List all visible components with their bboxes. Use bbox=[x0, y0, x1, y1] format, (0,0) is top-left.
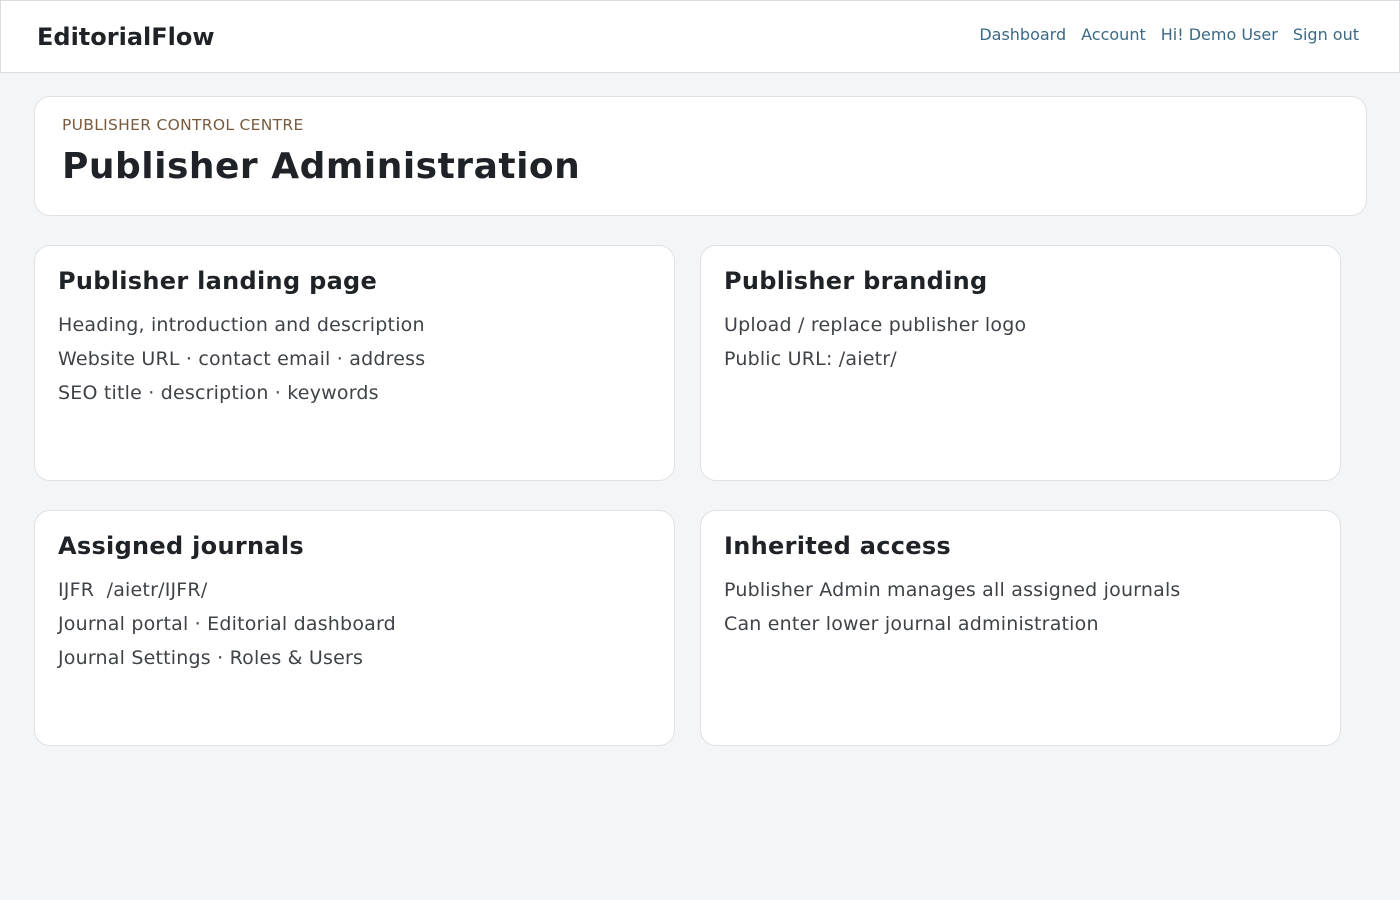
brand-logo-text[interactable]: EditorialFlow bbox=[37, 23, 215, 51]
card-detail-line: Public URL: /aietr/ bbox=[724, 348, 897, 370]
card-detail-line: Journal Settings · Roles & Users bbox=[58, 647, 364, 669]
card-details: Heading, introduction and description We… bbox=[58, 308, 425, 410]
page-eyebrow: PUBLISHER CONTROL CENTRE bbox=[62, 116, 304, 134]
card-detail-line: Heading, introduction and description bbox=[58, 314, 425, 336]
card-title: Assigned journals bbox=[58, 532, 304, 560]
card-details: IJFR /aietr/IJFR/ Journal portal · Edito… bbox=[58, 573, 396, 675]
card-detail-line: Can enter lower journal administration bbox=[724, 613, 1099, 635]
publisher-branding-card[interactable]: Publisher branding Upload / replace publ… bbox=[700, 245, 1341, 481]
sign-out-link[interactable]: Sign out bbox=[1293, 25, 1359, 45]
publisher-landing-page-card[interactable]: Publisher landing page Heading, introduc… bbox=[34, 245, 675, 481]
inherited-access-card[interactable]: Inherited access Publisher Admin manages… bbox=[700, 510, 1341, 746]
card-detail-line: Upload / replace publisher logo bbox=[724, 314, 1027, 336]
card-title: Inherited access bbox=[724, 532, 952, 560]
card-detail-line: IJFR /aietr/IJFR/ bbox=[58, 579, 208, 601]
user-greeting-link[interactable]: Hi! Demo User bbox=[1161, 25, 1278, 45]
card-detail-line: Journal portal · Editorial dashboard bbox=[58, 613, 396, 635]
page-title: Publisher Administration bbox=[62, 146, 581, 187]
card-title: Publisher branding bbox=[724, 267, 988, 295]
nav-dashboard-link[interactable]: Dashboard bbox=[979, 25, 1066, 45]
page-header-card: PUBLISHER CONTROL CENTRE Publisher Admin… bbox=[34, 96, 1367, 216]
card-details: Upload / replace publisher logo Public U… bbox=[724, 308, 1026, 376]
top-navigation-bar: EditorialFlow Dashboard Account Hi! Demo… bbox=[0, 0, 1400, 73]
card-detail-line: Publisher Admin manages all assigned jou… bbox=[724, 579, 1181, 601]
card-detail-line: Website URL · contact email · address bbox=[58, 348, 426, 370]
card-detail-line: SEO title · description · keywords bbox=[58, 382, 379, 404]
card-details: Publisher Admin manages all assigned jou… bbox=[724, 573, 1181, 641]
assigned-journals-card[interactable]: Assigned journals IJFR /aietr/IJFR/ Jour… bbox=[34, 510, 675, 746]
header-nav: Dashboard Account Hi! Demo User Sign out bbox=[979, 25, 1359, 45]
nav-account-link[interactable]: Account bbox=[1081, 25, 1146, 45]
card-title: Publisher landing page bbox=[58, 267, 378, 295]
